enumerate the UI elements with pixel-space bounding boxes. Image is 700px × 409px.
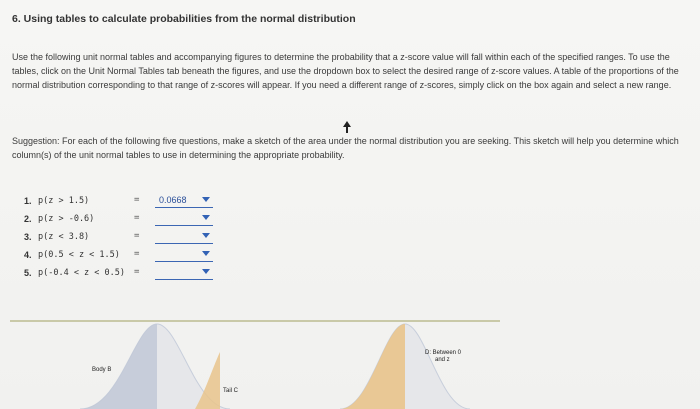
normal-curve-figure-d bbox=[340, 323, 470, 409]
body-b-label: Body B bbox=[92, 367, 112, 373]
equals-sign: = bbox=[134, 231, 140, 241]
chevron-down-icon bbox=[202, 269, 210, 274]
chevron-down-icon bbox=[202, 197, 210, 202]
chevron-down-icon bbox=[202, 233, 210, 238]
answer-dropdown-4[interactable] bbox=[155, 247, 213, 262]
question-expression: p(0.5 < z < 1.5) bbox=[38, 250, 120, 260]
equals-sign: = bbox=[134, 195, 140, 205]
answer-dropdown-3[interactable] bbox=[155, 229, 213, 244]
page: 6. Using tables to calculate probabiliti… bbox=[0, 0, 700, 409]
question-number: 1. bbox=[24, 196, 32, 206]
answer-dropdown-2[interactable] bbox=[155, 211, 213, 226]
question-number: 3. bbox=[24, 232, 32, 242]
chevron-down-icon bbox=[202, 215, 210, 220]
question-expression: p(z < 3.8) bbox=[38, 232, 90, 242]
mouse-pointer-icon bbox=[343, 121, 351, 133]
question-number: 5. bbox=[24, 268, 32, 278]
tail-c-label: Tail C bbox=[223, 388, 239, 394]
dropdown-value: 0.0668 bbox=[159, 195, 187, 205]
question-number: 4. bbox=[24, 250, 32, 260]
chevron-down-icon bbox=[202, 251, 210, 256]
section-heading: 6. Using tables to calculate probabiliti… bbox=[12, 13, 356, 25]
answer-dropdown-5[interactable] bbox=[155, 265, 213, 280]
normal-curve-figure-c bbox=[195, 352, 220, 409]
answer-dropdown-1[interactable]: 0.0668 bbox=[155, 193, 213, 208]
normal-curve-figures: Body B Tail C D: Between 0 and z bbox=[10, 318, 700, 409]
between-label: D: Between 0 bbox=[425, 350, 462, 356]
question-expression: p(z > 1.5) bbox=[38, 196, 90, 206]
question-expression: p(-0.4 < z < 0.5) bbox=[38, 268, 125, 278]
question-number: 2. bbox=[24, 214, 32, 224]
between-label-line2: and z bbox=[435, 357, 450, 363]
question-expression: p(z > -0.6) bbox=[38, 214, 95, 224]
equals-sign: = bbox=[134, 249, 140, 259]
equals-sign: = bbox=[134, 267, 140, 277]
equals-sign: = bbox=[134, 213, 140, 223]
suggestion-text: Suggestion: For each of the following fi… bbox=[12, 136, 679, 160]
instructions-text: Use the following unit normal tables and… bbox=[12, 52, 679, 90]
